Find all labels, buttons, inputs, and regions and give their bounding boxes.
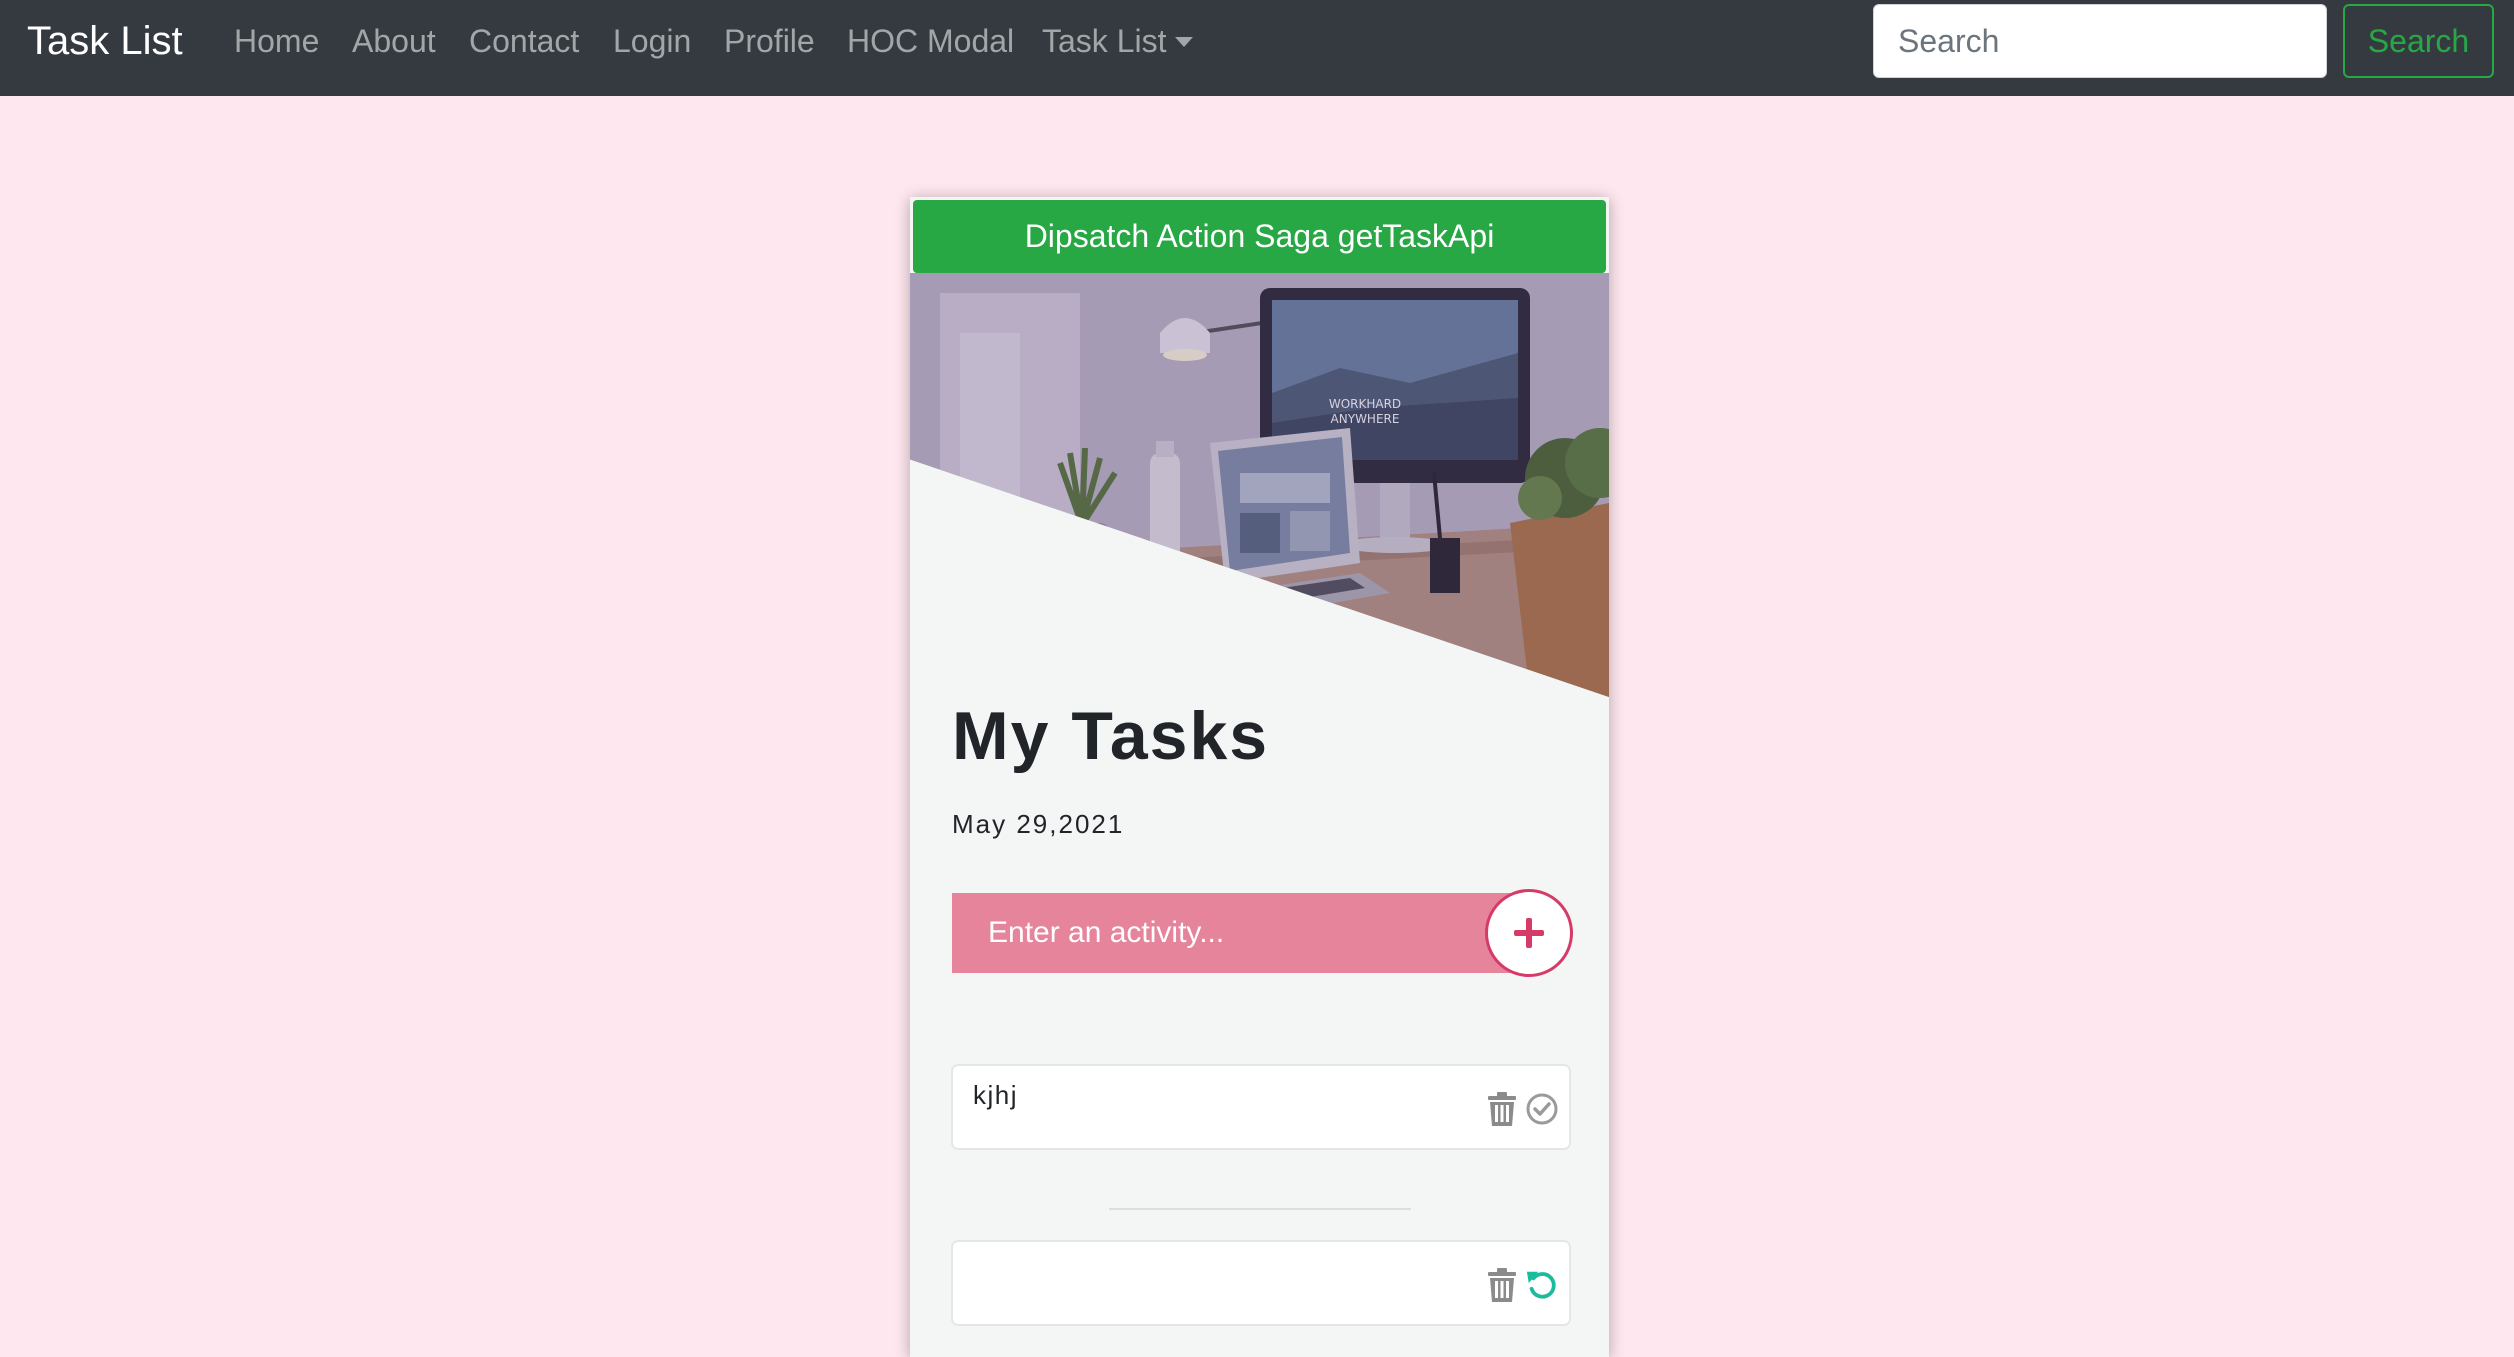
page-title: My Tasks: [952, 698, 1270, 774]
nav-link-home[interactable]: Home: [234, 0, 319, 82]
list-divider: [1109, 1208, 1411, 1210]
nav-link-contact[interactable]: Contact: [469, 0, 579, 82]
activity-input[interactable]: [952, 893, 1542, 973]
add-activity-button[interactable]: [1485, 889, 1573, 977]
search-input[interactable]: [1873, 4, 2327, 78]
nav-link-about[interactable]: About: [352, 0, 436, 82]
plus-icon: [1514, 918, 1544, 948]
task-item: kjhj: [951, 1064, 1571, 1150]
current-date: May 29,2021: [952, 809, 1125, 839]
hero-image: WORKHARD ANYWHERE: [910, 273, 1609, 697]
desk-workspace-illustration: WORKHARD ANYWHERE: [910, 273, 1609, 697]
nav-link-hoc-modal[interactable]: HOC Modal: [847, 0, 1014, 82]
task-card: Dipsatch Action Saga getTaskApi WORKHARD: [910, 197, 1609, 1357]
completed-task-item: [951, 1240, 1571, 1326]
navbar: Task List Home About Contact Login Profi…: [0, 0, 2514, 96]
trash-icon[interactable]: [1485, 1266, 1519, 1304]
nav-link-profile[interactable]: Profile: [724, 0, 815, 82]
search-button[interactable]: Search: [2343, 4, 2494, 78]
navbar-brand[interactable]: Task List: [27, 0, 183, 82]
undo-icon[interactable]: [1525, 1266, 1559, 1304]
task-text: kjhj: [973, 1080, 1019, 1110]
nav-dropdown-label: Task List: [1042, 23, 1167, 59]
nav-dropdown-task-list[interactable]: Task List: [1042, 0, 1194, 82]
trash-icon[interactable]: [1485, 1090, 1519, 1128]
nav-link-login[interactable]: Login: [613, 0, 691, 82]
check-circle-icon[interactable]: [1525, 1090, 1559, 1128]
dispatch-saga-button[interactable]: Dipsatch Action Saga getTaskApi: [913, 200, 1606, 273]
caret-down-icon: [1175, 37, 1194, 47]
